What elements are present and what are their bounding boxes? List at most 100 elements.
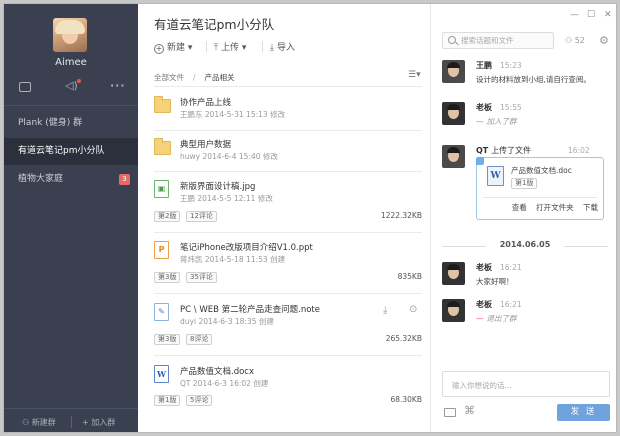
file-action: 创建 bbox=[258, 317, 274, 326]
members-icon: ⚇ bbox=[565, 36, 575, 45]
file-footer: 第3版 8评论 265.32KB bbox=[154, 334, 422, 346]
file-panel: 有道云笔记pm小分队 + 新建 ▾ ⤒ 上传 ▾ ⤓ 导入 全部文件 / 产品相关 ☰▾ … bbox=[138, 4, 431, 432]
image-icon[interactable] bbox=[444, 408, 456, 417]
file-meta: 蒋炜凯 2014-5-18 11:53 创建 bbox=[180, 254, 285, 265]
sidebar-item-label: 植物大家庭 bbox=[18, 174, 64, 184]
file-item[interactable]: ▣ 新版界面设计稿.jpg 王鹏 2014-5-5 12:11 修改 第2版 1… bbox=[154, 180, 422, 228]
members-button[interactable]: ⚇ 52 bbox=[565, 36, 585, 45]
leave-dash: — bbox=[476, 314, 484, 323]
comments-tag[interactable]: 8评论 bbox=[186, 334, 213, 345]
sidebar-item-plank[interactable]: Plank (健身) 群 bbox=[4, 110, 138, 137]
file-item[interactable]: 协作产品上线 王鹏东 2014-5-31 15:13 修改 bbox=[154, 96, 422, 126]
divider bbox=[154, 355, 422, 356]
list-view-icon[interactable]: ☰▾ bbox=[408, 70, 421, 80]
file-action: 修改 bbox=[257, 194, 273, 203]
file-item[interactable]: W 产品数值文档.docx QT 2014-6-3 16:02 创建 第1版 5… bbox=[154, 365, 422, 413]
file-card-name: 产品数值文档.doc bbox=[511, 166, 572, 175]
message-time: 16:02 bbox=[568, 146, 590, 155]
chat-message: 老板 16:21 — 退出了群 bbox=[442, 299, 612, 331]
more-circle-icon[interactable]: ⊙ bbox=[409, 304, 417, 315]
new-group-button[interactable]: ⚇ 新建群 bbox=[22, 417, 56, 428]
notification-dot bbox=[77, 79, 81, 83]
avatar[interactable] bbox=[442, 60, 465, 83]
chat-panel: — ☐ ✕ 搜索话题和文件 ⚇ 52 ⚙ 王鹏 15:23 设计的材料放到小组,… bbox=[432, 4, 616, 432]
message-time: 16:21 bbox=[500, 300, 522, 309]
maximize-icon[interactable]: ☐ bbox=[587, 10, 595, 20]
file-name: 产品数值文档.docx bbox=[180, 367, 255, 377]
file-card: W 产品数值文档.doc 第1版 查看 打开文件夹 下载 bbox=[476, 157, 604, 220]
new-button[interactable]: + 新建 ▾ bbox=[154, 40, 192, 54]
upload-button[interactable]: ⤒ 上传 ▾ bbox=[214, 40, 246, 53]
file-size: 1222.32KB bbox=[380, 211, 422, 220]
file-meta: 王鹏 2014-5-5 12:11 修改 bbox=[180, 193, 273, 204]
chat-icon[interactable] bbox=[19, 82, 31, 92]
sidebar-item-youdao-pm[interactable]: 有道云笔记pm小分队 bbox=[4, 138, 138, 165]
new-label: 新建 bbox=[167, 43, 186, 53]
avatar[interactable] bbox=[53, 18, 87, 52]
file-item[interactable]: P 笔记iPhone改版项目介绍V1.0.ppt 蒋炜凯 2014-5-18 1… bbox=[154, 241, 422, 289]
send-button[interactable]: 发 送 bbox=[557, 404, 610, 421]
sender-name: 老板 bbox=[476, 103, 492, 112]
breadcrumb-root[interactable]: 全部文件 bbox=[154, 73, 184, 82]
divider bbox=[154, 171, 422, 172]
file-item[interactable]: 典型用户数据 huwy 2014-6-4 15:40 修改 bbox=[154, 138, 422, 168]
search-input[interactable]: 搜索话题和文件 bbox=[442, 32, 554, 49]
import-button[interactable]: ⤓ 导入 bbox=[270, 40, 295, 53]
file-action: 创建 bbox=[253, 379, 269, 388]
sender-label: QT bbox=[476, 146, 489, 155]
toolbar-divider bbox=[206, 41, 207, 52]
version-tag: 第1版 bbox=[511, 178, 538, 189]
member-count: 52 bbox=[574, 36, 585, 45]
sidebar-item-label: Plank (健身) 群 bbox=[18, 118, 83, 128]
minimize-icon[interactable]: — bbox=[570, 10, 579, 20]
view-link[interactable]: 查看 bbox=[512, 203, 527, 212]
file-item[interactable]: ✎ PC \ WEB 第二轮产品走查问题.note duyi 2014-6-3 … bbox=[154, 303, 422, 351]
chat-message: 老板 16:21 大家好啊！ bbox=[442, 262, 612, 294]
file-date: 2014-5-31 15:13 bbox=[204, 110, 268, 119]
join-group-button[interactable]: + 加入群 bbox=[82, 417, 115, 428]
comments-tag[interactable]: 5评论 bbox=[186, 395, 213, 406]
group-icon: ⚇ bbox=[22, 418, 32, 427]
open-folder-link[interactable]: 打开文件夹 bbox=[536, 203, 574, 212]
avatar[interactable] bbox=[442, 262, 465, 285]
sender-name: QT 上传了文件 bbox=[476, 145, 531, 156]
chat-message: 老板 15:55 — 加入了群 bbox=[442, 102, 612, 134]
version-tag: 第3版 bbox=[154, 272, 181, 283]
sidebar-divider bbox=[4, 105, 138, 106]
image-file-icon: ▣ bbox=[154, 180, 169, 198]
message-time: 15:23 bbox=[500, 61, 522, 70]
message-text: 大家好啊！ bbox=[476, 277, 514, 286]
version-tag: 第2版 bbox=[154, 211, 181, 222]
sidebar-item-plants[interactable]: 植物大家庭 3 bbox=[4, 166, 138, 193]
close-icon[interactable]: ✕ bbox=[604, 10, 612, 20]
file-author: QT bbox=[180, 379, 191, 388]
chat-message: 王鹏 15:23 设计的材料放到小组,请自行查阅。 bbox=[442, 60, 612, 92]
import-icon: ⤓ bbox=[270, 43, 274, 53]
message-input[interactable]: 输入你想说的话... bbox=[442, 371, 610, 397]
note-file-icon: ✎ bbox=[154, 303, 169, 321]
file-date: 2014-6-3 18:35 bbox=[198, 317, 257, 326]
file-action: 修改 bbox=[270, 110, 286, 119]
plus-icon: + bbox=[82, 418, 92, 427]
app-window: Aimee ◁) ··· Plank (健身) 群 有道云笔记pm小分队 植物大… bbox=[3, 3, 617, 433]
speaker-icon[interactable]: ◁) bbox=[65, 79, 78, 92]
file-author: 蒋炜凯 bbox=[180, 255, 203, 264]
download-link[interactable]: 下载 bbox=[583, 203, 598, 212]
avatar[interactable] bbox=[442, 299, 465, 322]
breadcrumb-current: 产品相关 bbox=[204, 73, 235, 82]
avatar[interactable] bbox=[442, 145, 465, 168]
more-icon[interactable]: ··· bbox=[110, 79, 126, 92]
attachment-icon[interactable]: ⌘ bbox=[464, 404, 476, 417]
divider bbox=[154, 130, 422, 131]
upload-label: 上传 bbox=[220, 43, 239, 53]
chat-message: QT 上传了文件 16:02 W 产品数值文档.doc 第1版 查看 打开文件夹… bbox=[442, 145, 612, 225]
file-date: 2014-5-5 12:11 bbox=[197, 194, 256, 203]
sidebar: Aimee ◁) ··· Plank (健身) 群 有道云笔记pm小分队 植物大… bbox=[4, 4, 138, 432]
event-text: 加入了群 bbox=[486, 117, 517, 126]
comments-tag[interactable]: 35评论 bbox=[186, 272, 217, 283]
download-icon[interactable]: ⤓ bbox=[383, 305, 387, 316]
gear-icon[interactable]: ⚙ bbox=[599, 34, 609, 47]
avatar[interactable] bbox=[442, 102, 465, 125]
divider bbox=[154, 232, 422, 233]
comments-tag[interactable]: 12评论 bbox=[186, 211, 217, 222]
